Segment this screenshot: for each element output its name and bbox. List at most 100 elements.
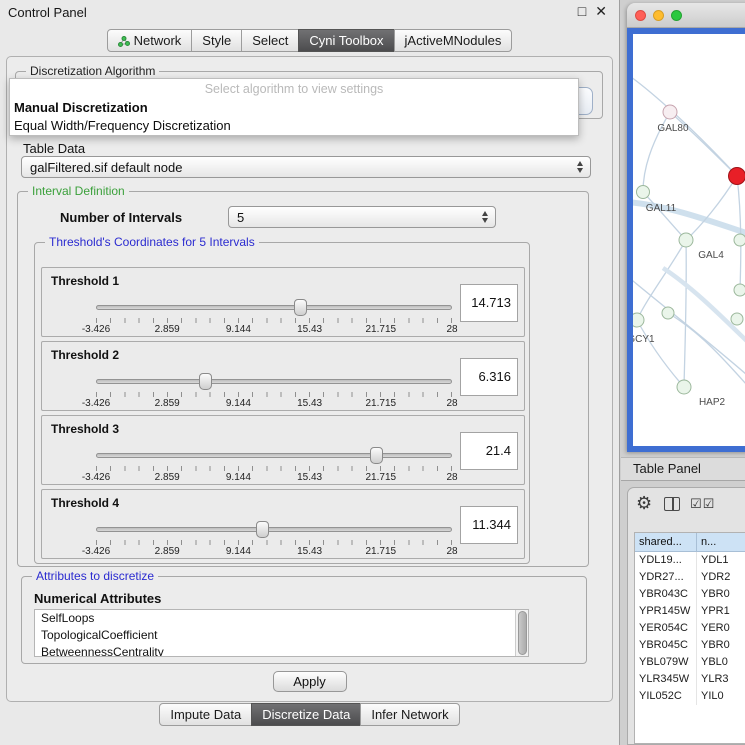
slider-thumb[interactable] — [199, 373, 212, 390]
table-row[interactable]: YER054CYER0 — [635, 620, 745, 637]
table-row[interactable]: YBR043CYBR0 — [635, 586, 745, 603]
apply-button[interactable]: Apply — [273, 671, 347, 692]
table-header-cell[interactable]: shared... — [635, 533, 697, 552]
table-cell: YLR3 — [697, 671, 745, 688]
threshold-panel-3: Threshold 3-3.4262.8599.14415.4321.71528… — [41, 415, 525, 485]
list-item-topologicalcoefficient[interactable]: TopologicalCoefficient — [35, 627, 528, 644]
table-row[interactable]: YDR27...YDR2 — [635, 569, 745, 586]
numerical-attributes-listbox[interactable]: SelfLoopsTopologicalCoefficientBetweenne… — [34, 609, 529, 657]
threshold-value-field[interactable]: 14.713 — [460, 284, 518, 322]
table-row[interactable]: YBR045CYBR0 — [635, 637, 745, 654]
thresholds-group-title: Threshold's Coordinates for 5 Intervals — [45, 235, 259, 249]
minimize-icon[interactable]: □ — [578, 3, 586, 20]
network-edge — [663, 268, 745, 349]
table-cell: YPR145W — [635, 603, 697, 620]
dropdown-placeholder: Select algorithm to view settings — [10, 82, 578, 96]
tab-impute-data[interactable]: Impute Data — [159, 703, 252, 726]
tick-label: 2.859 — [155, 472, 180, 483]
tick-label: 15.43 — [297, 546, 322, 557]
tab-infer-network[interactable]: Infer Network — [360, 703, 459, 726]
table-data-label: Table Data — [23, 141, 85, 156]
table-row[interactable]: YLR345WYLR3 — [635, 671, 745, 688]
combo-spinner-icon[interactable] — [577, 161, 583, 173]
table-row[interactable]: YBL079WYBL0 — [635, 654, 745, 671]
gear-icon[interactable]: ⚙ — [636, 494, 652, 512]
tab-discretize-data[interactable]: Discretize Data — [251, 703, 361, 726]
network-node-gcy1[interactable] — [633, 313, 644, 327]
interval-definition-group: Interval Definition Number of Intervals … — [17, 191, 589, 567]
tick-label: 21.715 — [366, 546, 397, 557]
network-node-gal11[interactable] — [637, 186, 650, 199]
slider-track[interactable] — [96, 527, 452, 532]
list-item-selfloops[interactable]: SelfLoops — [35, 610, 528, 627]
table-cell: YPR1 — [697, 603, 745, 620]
threshold-value-field[interactable]: 11.344 — [460, 506, 518, 544]
tab-label: Select — [252, 33, 288, 48]
list-item-betweennesscentrality[interactable]: BetweennessCentrality — [35, 644, 528, 657]
network-node[interactable] — [731, 313, 743, 325]
table-row[interactable]: YIL052CYIL0 — [635, 688, 745, 705]
table-row[interactable]: YDL19...YDL1 — [635, 552, 745, 569]
slider-track[interactable] — [96, 453, 452, 458]
slider-track[interactable] — [96, 379, 452, 384]
threshold-slider[interactable]: -3.4262.8599.14415.4321.71528 — [96, 520, 452, 556]
threshold-value-field[interactable]: 21.4 — [460, 432, 518, 470]
table-cell: YBR043C — [635, 586, 697, 603]
close-icon[interactable]: ✕ — [595, 3, 607, 20]
tick-label: 2.859 — [155, 324, 180, 335]
traffic-minimize-icon[interactable] — [653, 10, 664, 21]
table-panel-titlebar[interactable]: Table Panel — [621, 457, 745, 481]
tab-jactivemnodules[interactable]: jActiveMNodules — [394, 29, 513, 52]
table-data-combobox[interactable]: galFiltered.sif default node — [21, 156, 591, 178]
columns-icon[interactable] — [664, 497, 680, 511]
network-tab-icon — [118, 35, 130, 47]
threshold-label: Threshold 4 — [51, 496, 119, 510]
network-window-titlebar[interactable] — [627, 3, 745, 28]
network-node-gal80[interactable] — [663, 105, 677, 119]
threshold-slider[interactable]: -3.4262.8599.14415.4321.71528 — [96, 298, 452, 334]
select-columns-checkboxes-icon[interactable]: ☑☑ — [690, 496, 715, 512]
slider-thumb[interactable] — [370, 447, 383, 464]
table-row[interactable]: YPR145WYPR1 — [635, 603, 745, 620]
control-panel-window: Control Panel □ ✕ NetworkStyleSelectCyni… — [0, 0, 620, 745]
slider-track[interactable] — [96, 305, 452, 310]
tab-style[interactable]: Style — [191, 29, 242, 52]
network-graph-svg[interactable]: GAL80GAL11GAL4GCY1HAP2 — [633, 34, 745, 446]
network-node-gal4[interactable] — [679, 233, 693, 247]
number-of-intervals-combobox[interactable]: 5 — [228, 206, 496, 228]
network-node-label: HAP2 — [699, 397, 726, 408]
combo-spinner-icon[interactable] — [482, 211, 488, 223]
threshold-value-field[interactable]: 6.316 — [460, 358, 518, 396]
slider-thumb[interactable] — [294, 299, 307, 316]
network-node-label: GCY1 — [633, 334, 655, 345]
network-canvas[interactable]: GAL80GAL11GAL4GCY1HAP2 — [627, 28, 745, 452]
list-scrollbar[interactable] — [515, 610, 528, 656]
dropdown-option-equal-width-frequency[interactable]: Equal Width/Frequency Discretization — [14, 118, 578, 133]
network-node[interactable] — [729, 168, 745, 185]
table-cell: YER054C — [635, 620, 697, 637]
list-scrollbar-thumb[interactable] — [518, 611, 527, 655]
network-node-hap2[interactable] — [677, 380, 691, 394]
tick-label: 9.144 — [226, 472, 251, 483]
tab-network[interactable]: Network — [107, 29, 193, 52]
tab-cyni-toolbox[interactable]: Cyni Toolbox — [298, 29, 394, 52]
traffic-zoom-icon[interactable] — [671, 10, 682, 21]
network-node[interactable] — [662, 307, 674, 319]
tick-label: 15.43 — [297, 472, 322, 483]
dropdown-option-manual-discretization[interactable]: Manual Discretization — [14, 100, 578, 115]
threshold-label: Threshold 1 — [51, 274, 119, 288]
table-cell: YLR345W — [635, 671, 697, 688]
table-header-cell[interactable]: n... — [697, 533, 745, 552]
threshold-slider[interactable]: -3.4262.8599.14415.4321.71528 — [96, 446, 452, 482]
network-node[interactable] — [734, 284, 745, 296]
bottom-tab-bar: Impute DataDiscretize DataInfer Network — [0, 703, 619, 726]
traffic-close-icon[interactable] — [635, 10, 646, 21]
tab-select[interactable]: Select — [241, 29, 299, 52]
algorithm-dropdown-popup: Select algorithm to view settings Manual… — [9, 78, 579, 136]
slider-tick-labels: -3.4262.8599.14415.4321.71528 — [96, 398, 452, 410]
table-panel-window: ⚙ ☑☑ shared...n... YDL19...YDL1YDR27...Y… — [627, 487, 745, 745]
threshold-slider[interactable]: -3.4262.8599.14415.4321.71528 — [96, 372, 452, 408]
network-edge — [633, 276, 745, 382]
slider-thumb[interactable] — [256, 521, 269, 538]
network-node[interactable] — [734, 234, 745, 246]
